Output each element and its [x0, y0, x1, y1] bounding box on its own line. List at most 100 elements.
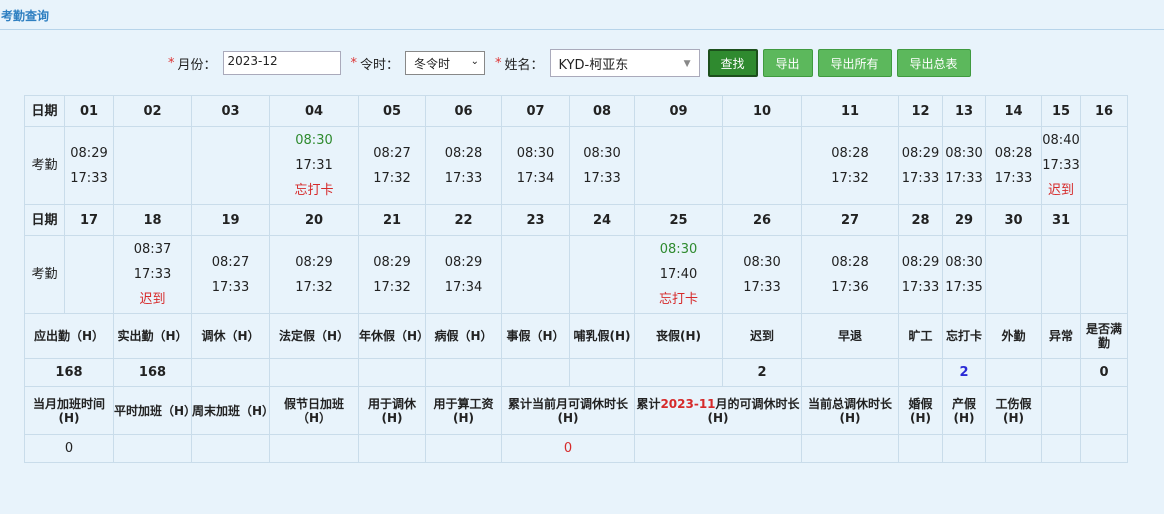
ot-header-total-comp: 当前总调休时长(H)	[801, 386, 899, 435]
punch-record: 忘打卡	[294, 183, 334, 198]
triangle-down-icon: ▼	[683, 59, 691, 69]
summary-header: 是否满勤	[1080, 313, 1128, 359]
date-cell: 26	[722, 204, 802, 236]
punch-record: 08:29	[901, 145, 940, 161]
date-cell: 09	[634, 95, 723, 127]
summary-value	[634, 358, 723, 387]
date-cell: 22	[425, 204, 502, 236]
punch-record: 08:30	[945, 254, 983, 270]
attendance-cell: 08:28 17:36	[801, 235, 899, 314]
summary-header: 年休假（H）	[358, 313, 426, 359]
date-cell: 06	[425, 95, 502, 127]
export-all-button[interactable]: 导出所有	[817, 49, 892, 77]
punch-record: 08:29	[70, 145, 108, 161]
punch-record: 17:40	[659, 267, 698, 282]
summary-value	[801, 358, 899, 387]
date-cell: 30	[985, 204, 1042, 236]
attendance-cell	[113, 126, 192, 205]
date-cell: 11	[801, 95, 899, 127]
attendance-cell	[501, 235, 570, 314]
punch-record: 17:33	[901, 170, 940, 186]
punch-record: 17:33	[994, 170, 1033, 186]
punch-record: 08:40	[1042, 133, 1080, 148]
date-row: 日期 17 18 19 20 21 22 23 24 25 26 27 28 29 30 31	[24, 204, 1128, 236]
attendance-cell	[634, 126, 723, 205]
attendance-cell: 08:30 17:35	[942, 235, 986, 314]
date-cell: 17	[64, 204, 114, 236]
export-button[interactable]: 导出	[762, 49, 813, 77]
season-select[interactable]: 冬令时 ⌄	[405, 51, 486, 75]
ot-header-maternity: 产假(H)	[942, 386, 986, 435]
ot-header-monthly: 当月加班时间(H)	[24, 386, 114, 435]
ot-value-empty	[191, 434, 270, 463]
attendance-cell	[1041, 235, 1081, 314]
attendance-cell	[1080, 126, 1128, 205]
overtime-value-row: 00	[24, 434, 1128, 463]
punch-record: 08:30	[945, 145, 983, 161]
attendance-cell: 08:29 17:32	[269, 235, 359, 314]
attendance-cell	[191, 126, 270, 205]
punch-record: 17:33	[901, 279, 940, 295]
punch-record: 08:29	[901, 254, 940, 270]
punch-record: 17:32	[373, 170, 411, 186]
ot-value-empty	[425, 434, 502, 463]
ot-value-empty	[1080, 434, 1128, 463]
punch-record: 08:28	[444, 145, 483, 161]
date-cell: 24	[569, 204, 635, 236]
date-cell: 29	[942, 204, 986, 236]
ot-value-empty	[269, 434, 359, 463]
ot-header-holiday: 假节日加班（H）	[269, 386, 359, 435]
attendance-cell	[985, 235, 1042, 314]
attendance-cell: 08:29 17:33	[64, 126, 114, 205]
punch-record: 08:28	[994, 145, 1033, 161]
summary-header-row: 应出勤（H） 实出勤（H） 调休（H） 法定假（H） 年休假（H） 病假（H） 事假（H）哺…	[24, 313, 1128, 359]
name-combobox[interactable]: KYD-柯亚东 ▼	[549, 49, 700, 77]
ot-header-cum-prev-part: 累计	[636, 396, 661, 411]
attendance-cell: 08:40 17:33 迟到	[1041, 126, 1081, 205]
punch-record: 迟到	[1047, 183, 1074, 198]
date-cell: 08	[569, 95, 635, 127]
overtime-header-row: 当月加班时间(H) 平时加班（H） 周末加班（H） 假节日加班（H） 用于调休(H) 用于…	[24, 386, 1128, 435]
attendance-cell: 08:28 17:32	[801, 126, 899, 205]
punch-record: 08:28	[831, 145, 869, 161]
date-cell: 07	[501, 95, 570, 127]
date-cell: 03	[191, 95, 270, 127]
attendance-cell: 08:30 17:31 忘打卡	[269, 126, 359, 205]
punch-record: 08:27	[211, 254, 250, 270]
date-cell: 10	[722, 95, 802, 127]
ot-value-empty	[942, 434, 986, 463]
month-input[interactable]: 2023-12	[222, 51, 341, 75]
summary-value: 2	[942, 358, 986, 387]
search-button[interactable]: 查找	[707, 49, 758, 77]
attendance-cell	[569, 235, 635, 314]
punch-record: 08:30	[516, 145, 555, 161]
summary-header: 旷工	[898, 313, 943, 359]
attendance-cell: 08:27 17:32	[358, 126, 426, 205]
attendance-cell: 08:30 17:34	[501, 126, 570, 205]
ot-header-empty	[1041, 386, 1081, 435]
attendance-cell: 08:30 17:40 忘打卡	[634, 235, 723, 314]
season-select-value: 冬令时	[414, 56, 451, 71]
attendance-cell: 08:28 17:33	[425, 126, 502, 205]
attendance-row: 考勤 08:29 17:33 08:30 17:31 忘打卡 08:27 17:32 08:28…	[24, 126, 1128, 205]
punch-record: 17:33	[444, 170, 483, 186]
export-summary-button[interactable]: 导出总表	[896, 49, 971, 77]
summary-header: 法定假（H）	[269, 313, 359, 359]
punch-record: 08:29	[444, 254, 483, 270]
ot-value-empty	[898, 434, 943, 463]
summary-value	[269, 358, 359, 387]
punch-record: 08:30	[743, 254, 781, 270]
attendance-cell: 08:30 17:33	[569, 126, 635, 205]
attendance-cell: 08:37 17:33 迟到	[113, 235, 192, 314]
chevron-down-icon: ⌄	[470, 56, 480, 67]
summary-header: 调休（H）	[191, 313, 270, 359]
punch-record: 17:32	[295, 279, 333, 295]
punch-record: 17:33	[211, 279, 250, 295]
attendance-cell	[722, 126, 802, 205]
attendance-cell: 08:29 17:32	[358, 235, 426, 314]
ot-value-empty	[113, 434, 192, 463]
punch-record: 17:33	[583, 170, 621, 186]
date-row: 日期 01 02 03 04 05 06 07 08 09 10 11 12 13 14 15 16	[24, 95, 1128, 127]
ot-header-empty	[1080, 386, 1128, 435]
summary-value	[985, 358, 1042, 387]
